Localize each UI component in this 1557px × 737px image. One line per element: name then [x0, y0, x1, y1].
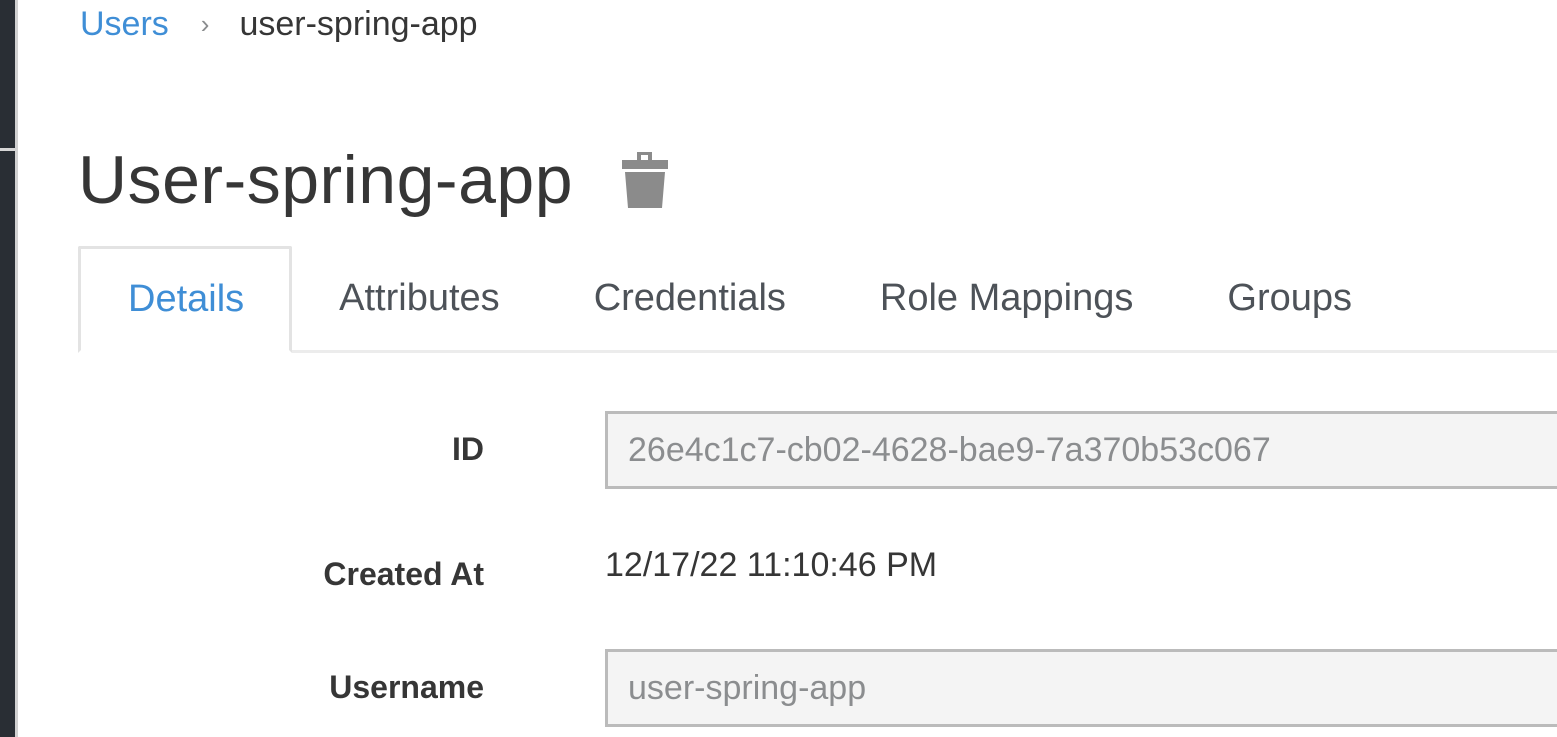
- tab-groups[interactable]: Groups: [1180, 246, 1399, 350]
- tab-credentials[interactable]: Credentials: [547, 246, 833, 350]
- username-field[interactable]: user-spring-app: [605, 649, 1557, 727]
- username-label: Username: [329, 669, 484, 705]
- created-at-label: Created At: [323, 556, 484, 592]
- breadcrumb: Users › user-spring-app: [80, 2, 478, 46]
- tab-details[interactable]: Details: [78, 246, 293, 353]
- id-field[interactable]: 26e4c1c7-cb02-4628-bae9-7a370b53c067: [605, 411, 1557, 489]
- tab-role-mappings[interactable]: Role Mappings: [833, 246, 1180, 350]
- breadcrumb-users-link[interactable]: Users: [80, 5, 169, 44]
- page-header: User-spring-app: [78, 138, 669, 222]
- id-label: ID: [452, 431, 484, 467]
- created-at-value: 12/17/22 11:10:46 PM: [605, 546, 938, 584]
- breadcrumb-separator-icon: ›: [200, 8, 210, 39]
- tab-bar: Details Attributes Credentials Role Mapp…: [78, 246, 1557, 353]
- sidebar-border: [15, 0, 18, 737]
- tab-attributes[interactable]: Attributes: [292, 246, 547, 350]
- nav-sidebar: [0, 0, 15, 737]
- breadcrumb-current: user-spring-app: [239, 4, 478, 43]
- sidebar-divider: [0, 148, 15, 151]
- page-title: User-spring-app: [78, 142, 574, 218]
- trash-icon[interactable]: [621, 152, 669, 208]
